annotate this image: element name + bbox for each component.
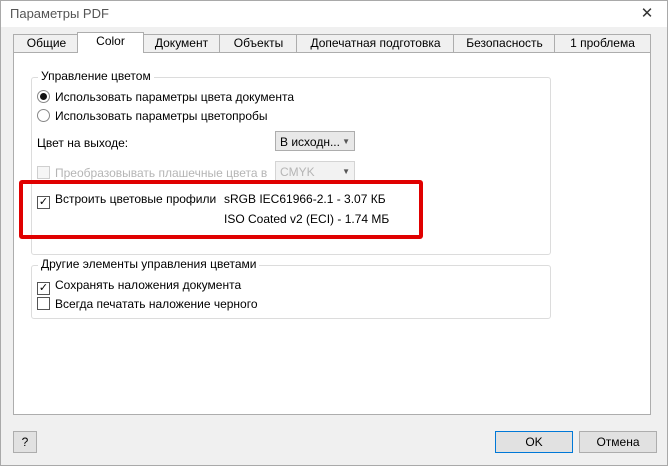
group-title: Другие элементы управления цветами bbox=[38, 257, 260, 271]
tab-color[interactable]: Color bbox=[77, 32, 144, 53]
red-highlight-frame bbox=[19, 180, 423, 239]
convert-spot-colors-checkbox[interactable]: Преобразовывать плашечные цвета в bbox=[37, 165, 267, 181]
output-color-select[interactable]: В исходн... ▼ bbox=[275, 131, 355, 151]
close-icon[interactable]: ✕ bbox=[637, 4, 657, 24]
radio-selected-icon[interactable] bbox=[37, 90, 50, 103]
checkbox-label: Преобразовывать плашечные цвета в bbox=[55, 166, 268, 180]
radio-empty-icon[interactable] bbox=[37, 109, 50, 122]
tab-objects[interactable]: Объекты bbox=[219, 34, 298, 52]
tab-general[interactable]: Общие bbox=[13, 34, 80, 52]
output-color-label: Цвет на выходе: bbox=[37, 136, 129, 150]
group-title: Управление цветом bbox=[38, 69, 154, 83]
output-color-value: В исходн... bbox=[280, 135, 340, 149]
checkbox-empty-icon[interactable] bbox=[37, 166, 50, 179]
window-title: Параметры PDF bbox=[10, 6, 109, 21]
always-overprint-black-checkbox[interactable]: Всегда печатать наложение черного bbox=[37, 296, 258, 312]
title-bar: Параметры PDF ✕ bbox=[1, 1, 667, 27]
preserve-overprint-checkbox[interactable]: ✓ Сохранять наложения документа bbox=[37, 277, 242, 295]
radio-label: Использовать параметры цвета документа bbox=[55, 90, 295, 104]
radio-label: Использовать параметры цветопробы bbox=[55, 109, 268, 123]
radio-use-document-color[interactable]: Использовать параметры цвета документа bbox=[37, 89, 294, 105]
spot-color-target-value: CMYK bbox=[280, 165, 315, 179]
ok-button[interactable]: OK bbox=[495, 431, 573, 453]
tab-issues[interactable]: 1 проблема bbox=[554, 34, 651, 52]
dropdown-arrow-icon: ▼ bbox=[342, 137, 350, 146]
checkbox-label: Всегда печатать наложение черного bbox=[55, 297, 258, 311]
checkbox-label: Сохранять наложения документа bbox=[55, 278, 242, 292]
checkbox-empty-icon[interactable] bbox=[37, 297, 50, 310]
pdf-settings-dialog: Параметры PDF ✕ Общие Color Документ Объ… bbox=[0, 0, 668, 466]
radio-use-proof-color[interactable]: Использовать параметры цветопробы bbox=[37, 108, 268, 124]
checkmark-icon[interactable]: ✓ bbox=[37, 282, 50, 295]
spot-color-target-select: CMYK ▼ bbox=[275, 161, 355, 181]
cancel-button[interactable]: Отмена bbox=[579, 431, 657, 453]
tab-security[interactable]: Безопасность bbox=[453, 34, 556, 52]
tab-document[interactable]: Документ bbox=[142, 34, 221, 52]
help-button[interactable]: ? bbox=[13, 431, 37, 453]
tab-prepress[interactable]: Допечатная подготовка bbox=[296, 34, 455, 52]
dropdown-arrow-icon: ▼ bbox=[342, 167, 350, 176]
